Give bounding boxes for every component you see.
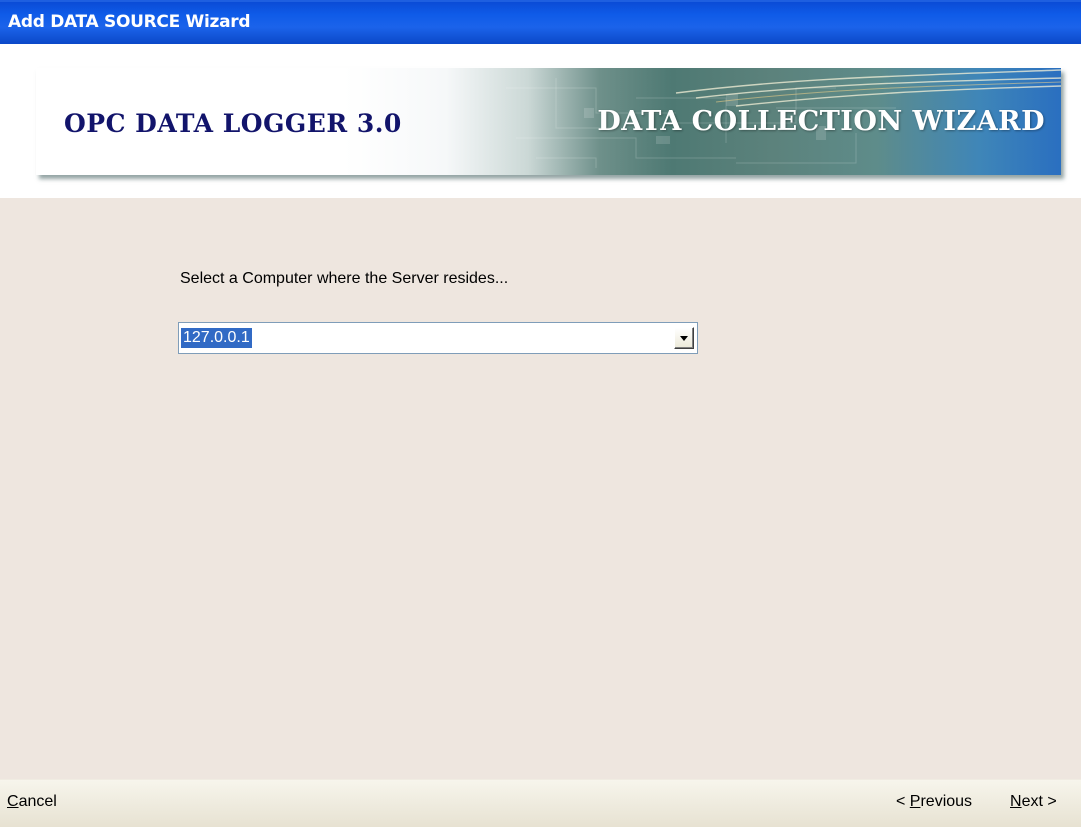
previous-button[interactable]: < Previous	[896, 793, 972, 811]
next-button[interactable]: Next >	[1010, 793, 1057, 811]
chevron-down-icon	[680, 336, 688, 341]
computer-select-label: Select a Computer where the Server resid…	[180, 270, 509, 287]
window-title: Add DATA SOURCE Wizard	[8, 12, 251, 32]
dropdown-button[interactable]	[674, 327, 694, 349]
wizard-banner: OPC DATA LOGGER 3.0 DATA COLLECTION WIZA…	[36, 68, 1061, 175]
next-label: ext >	[1021, 793, 1057, 810]
cancel-button[interactable]: Cancel	[7, 793, 57, 811]
wizard-window: Add DATA SOURCE Wizard OPC DATA LOGGER 3…	[0, 0, 1081, 827]
computer-select-value[interactable]: 127.0.0.1	[181, 328, 252, 348]
cancel-label: ancel	[18, 793, 57, 810]
previous-label: revious	[920, 793, 973, 810]
previous-prefix: <	[896, 793, 910, 810]
wizard-header: OPC DATA LOGGER 3.0 DATA COLLECTION WIZA…	[0, 44, 1081, 198]
wizard-step-content: Select a Computer where the Server resid…	[0, 198, 1081, 779]
cancel-accelerator: C	[7, 793, 19, 810]
product-name: OPC DATA LOGGER 3.0	[64, 109, 402, 138]
wizard-footer: Cancel < Previous Next >	[0, 779, 1081, 827]
previous-accelerator: P	[909, 793, 921, 810]
computer-select-dropdown[interactable]: 127.0.0.1	[178, 322, 698, 354]
wizard-name: DATA COLLECTION WIZARD	[597, 106, 1045, 137]
title-bar[interactable]: Add DATA SOURCE Wizard	[0, 0, 1081, 44]
next-accelerator: N	[1010, 793, 1022, 810]
